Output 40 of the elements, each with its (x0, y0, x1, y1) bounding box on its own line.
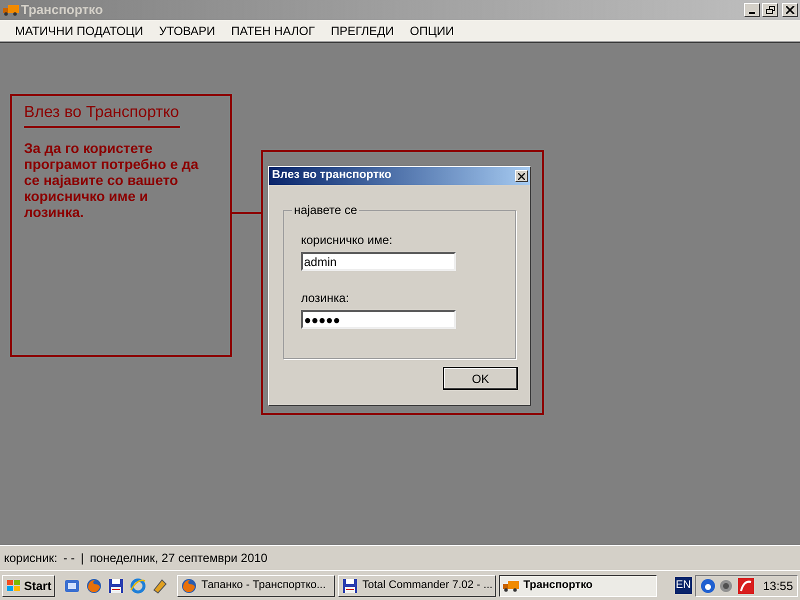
browser-icon (181, 578, 198, 594)
clock: 13:55 (762, 578, 793, 594)
field-label: корисничко име: (301, 232, 394, 249)
menu-item[interactable]: МАТИЧНИ ПОДАТОЦИ (9, 22, 150, 40)
internet-explorer-icon[interactable] (130, 578, 146, 594)
minimize-button[interactable] (744, 3, 760, 17)
menu-item[interactable]: ПАТЕН НАЛОГ (225, 22, 321, 40)
close-icon (518, 172, 525, 180)
menu-item[interactable]: ПРЕГЛЕДИ (324, 22, 400, 40)
input-field[interactable]: ●●●●● (301, 310, 456, 329)
ok-button[interactable]: OK (443, 367, 518, 390)
restore-icon (766, 6, 774, 14)
input-field[interactable]: admin (301, 252, 456, 271)
close-button[interactable] (782, 3, 798, 17)
status-date: понеделник, 27 септември 2010 (90, 550, 268, 567)
field-label: лозинка: (301, 290, 350, 307)
desktop-icon[interactable] (64, 578, 80, 594)
menu-item[interactable]: УТОВАРИ (153, 22, 222, 40)
browser-icon (86, 578, 102, 594)
info-text: За да го користете програмот потребно е да се најавите со вашето корисничко име и лозинка. (24, 140, 200, 220)
taskbar-button[interactable]: Транспортко (499, 574, 658, 596)
group-label: најавете се (293, 202, 358, 219)
dialog-title: Влез во транспортко (272, 168, 392, 184)
user-label: корисник: (4, 550, 58, 567)
truck-icon (503, 580, 520, 592)
windows-logo-icon (6, 578, 22, 592)
user-value: - - (63, 550, 75, 567)
close-icon (786, 6, 794, 14)
close-button[interactable] (515, 170, 528, 182)
language-indicator[interactable]: EN (674, 577, 692, 594)
window-title: Транспортко (21, 1, 103, 20)
info-title: Влез во Транспортко (24, 101, 180, 128)
pencil-icon[interactable] (152, 578, 168, 594)
taskbar-button[interactable]: Total Commander 7.02 - ... (338, 574, 496, 596)
app-icon (3, 4, 19, 16)
start-button[interactable]: Start (2, 574, 56, 596)
status-separator: | (80, 550, 84, 567)
menu-item[interactable]: ОПЦИИ (404, 22, 460, 40)
restore-button[interactable] (762, 3, 778, 17)
taskbar-button[interactable]: Тапанко - Транспортко... (177, 574, 336, 596)
